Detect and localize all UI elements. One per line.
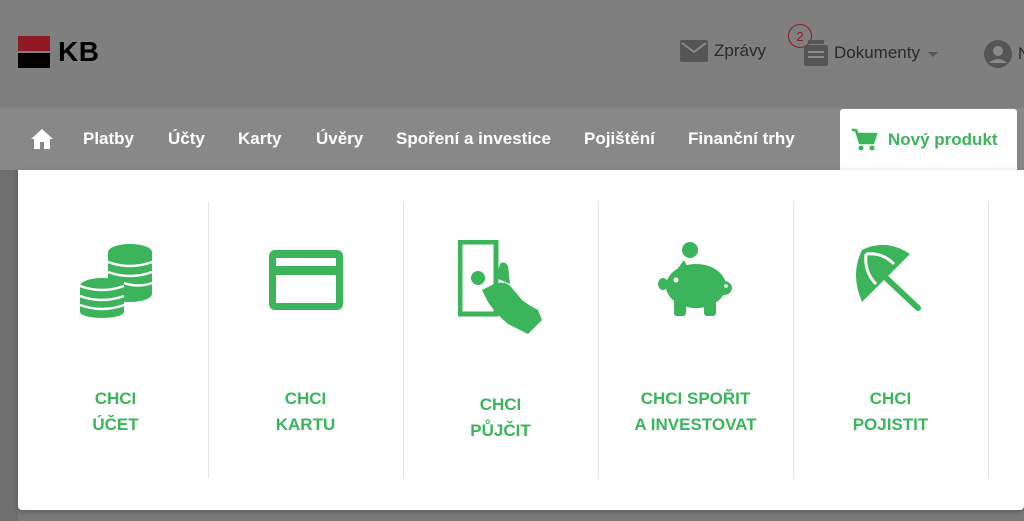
nav-item-pojisteni[interactable]: Pojištění: [584, 128, 655, 150]
documents-label: Dokumenty: [834, 43, 920, 62]
user-menu[interactable]: N: [984, 40, 1024, 68]
home-icon[interactable]: [30, 128, 54, 155]
nav-item-sporeni[interactable]: Spoření a investice: [396, 128, 551, 150]
new-product-tab[interactable]: Nový produkt: [840, 109, 1017, 171]
tile-chci-pojistit-label: CHCI POJISTIT: [852, 389, 929, 434]
document-stack-icon: [804, 40, 828, 66]
tile-chci-pujcit-label: CHCI PŮJČIT: [470, 395, 531, 440]
divider: [988, 202, 989, 478]
loan-hand-icon: [403, 240, 598, 336]
tile-chci-ucet-label: CHCI ÚČET: [92, 389, 139, 434]
umbrella-icon: [793, 242, 988, 312]
user-name: N: [1018, 44, 1024, 64]
chevron-down-icon: [927, 51, 938, 57]
nav-item-karty[interactable]: Karty: [238, 128, 281, 150]
piggy-bank-icon: [598, 242, 793, 318]
tile-chci-kartu[interactable]: CHCI KARTU: [208, 170, 403, 510]
kb-logo-text: KB: [58, 36, 100, 67]
tile-chci-kartu-label: CHCI KARTU: [275, 389, 336, 434]
main-navigation: Platby Účty Karty Úvěry Spoření a invest…: [0, 108, 1024, 171]
new-product-menu: CHCI ÚČET CHCI KARTU CHCI PŮJČIT CHCI SP…: [18, 170, 1024, 510]
tile-chci-sporit[interactable]: CHCI SPOŘIT A INVESTOVAT: [598, 170, 793, 510]
nav-item-uvery[interactable]: Úvěry: [316, 128, 363, 150]
coins-icon: [18, 242, 213, 318]
new-product-label: Nový produkt: [888, 130, 998, 149]
user-avatar-icon: [984, 40, 1012, 68]
kb-logo[interactable]: KB: [18, 36, 99, 68]
kb-logo-mark: [18, 36, 50, 68]
messages-label: Zprávy: [714, 41, 766, 60]
tile-chci-sporit-label: CHCI SPOŘIT A INVESTOVAT: [634, 389, 757, 434]
tile-chci-pojistit[interactable]: CHCI POJISTIT: [793, 170, 988, 510]
page-background: [0, 170, 18, 521]
tile-chci-ucet[interactable]: CHCI ÚČET: [18, 170, 213, 510]
tile-chci-pujcit[interactable]: CHCI PŮJČIT: [403, 170, 598, 510]
top-header: KB Zprávy 2 Dokumenty N: [0, 0, 1024, 108]
card-icon: [208, 250, 403, 310]
nav-item-ucty[interactable]: Účty: [168, 128, 205, 150]
envelope-icon: [680, 40, 708, 62]
documents-menu[interactable]: Dokumenty: [804, 40, 938, 66]
messages-link[interactable]: Zprávy: [680, 40, 766, 62]
nav-item-platby[interactable]: Platby: [83, 128, 134, 150]
shopping-cart-icon: [852, 128, 878, 151]
nav-item-financni-trhy[interactable]: Finanční trhy: [688, 128, 795, 150]
